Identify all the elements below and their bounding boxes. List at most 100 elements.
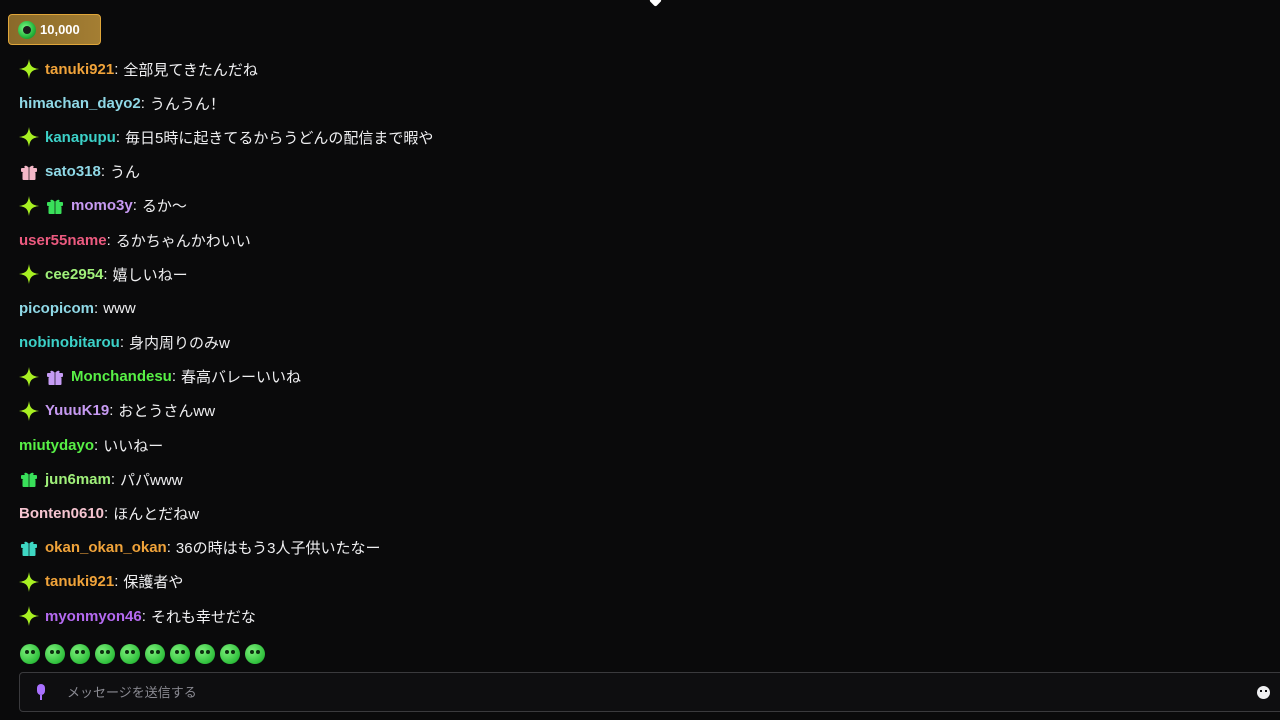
emote-1-icon[interactable] bbox=[20, 644, 40, 664]
username-separator: : bbox=[100, 163, 106, 181]
emote-7-icon[interactable] bbox=[170, 644, 190, 664]
channel-points-button[interactable]: 10,000 bbox=[8, 14, 101, 45]
verified-badge-icon[interactable] bbox=[19, 195, 39, 216]
chat-username[interactable]: momo3y bbox=[71, 197, 133, 214]
gift-badge-icon[interactable] bbox=[45, 196, 65, 216]
username-separator: : bbox=[166, 539, 171, 557]
chat-message-text: うんうん！ bbox=[149, 95, 225, 113]
chat-message: Bonten0610: ほんとだねw bbox=[19, 496, 1259, 530]
username-separator: : bbox=[141, 607, 146, 625]
chat-message: tanuki921: 全部見てきたんだね bbox=[19, 52, 1259, 86]
chat-username[interactable]: kanapupu bbox=[45, 129, 116, 146]
emote-2-icon[interactable] bbox=[45, 644, 65, 664]
chat-message: nobinobitarou: 身内周りのみw bbox=[19, 326, 1259, 360]
top-indicator-icon bbox=[649, 0, 662, 7]
channel-points-value: 10,000 bbox=[40, 22, 80, 37]
username-separator: : bbox=[104, 505, 109, 523]
gift-badge-icon[interactable] bbox=[45, 367, 65, 387]
mic-icon[interactable] bbox=[36, 684, 46, 700]
username-separator: : bbox=[115, 128, 121, 146]
username-separator: : bbox=[106, 231, 111, 249]
emote-10-icon[interactable] bbox=[245, 644, 265, 664]
chat-username[interactable]: cee2954 bbox=[45, 266, 103, 283]
chat-message: kanapupu: 毎日5時に起きてるからうどんの配信まで暇や bbox=[19, 120, 1259, 154]
verified-badge-icon[interactable] bbox=[19, 606, 39, 627]
emote-5-icon[interactable] bbox=[120, 644, 140, 664]
verified-badge-icon[interactable] bbox=[19, 366, 39, 387]
chat-message-text: うん bbox=[110, 164, 141, 182]
chat-message: okan_okan_okan:36の時はもう3人子供いたなー bbox=[19, 531, 1259, 565]
chat-username[interactable]: tanuki921 bbox=[45, 573, 114, 590]
chat-message: himachan_dayo2: うんうん！ bbox=[19, 86, 1259, 120]
chat-message: YuuuK19: おとうさんww bbox=[19, 394, 1259, 428]
chat-message-text: 春高バレーいいね bbox=[181, 369, 302, 387]
chat-input-box[interactable] bbox=[19, 672, 1280, 712]
username-separator: : bbox=[94, 436, 99, 454]
chat-username[interactable]: sato318 bbox=[45, 163, 101, 180]
verified-badge-icon[interactable] bbox=[19, 59, 39, 80]
chat-message: Monchandesu: 春高バレーいいね bbox=[19, 360, 1259, 394]
username-separator: : bbox=[114, 573, 119, 591]
chat-input[interactable] bbox=[65, 683, 1219, 701]
emote-9-icon[interactable] bbox=[220, 644, 240, 664]
chat-message-text: るか〜 bbox=[141, 198, 187, 216]
verified-badge-icon[interactable] bbox=[19, 264, 39, 285]
chat-username[interactable]: okan_okan_okan bbox=[45, 539, 167, 556]
username-separator: : bbox=[110, 470, 116, 488]
chat-username[interactable]: tanuki921 bbox=[45, 61, 114, 78]
chat-message-text: 毎日5時に起きてるからうどんの配信まで暇や bbox=[125, 129, 434, 147]
chat-messages: tanuki921: 全部見てきたんだね himachan_dayo2: うんうん！ k… bbox=[19, 52, 1259, 633]
chat-username[interactable]: nobinobitarou bbox=[19, 334, 120, 351]
chat-message-text: 嬉しいねー bbox=[112, 266, 188, 284]
chat-username[interactable]: picopicom bbox=[19, 300, 94, 317]
username-separator: : bbox=[94, 299, 99, 317]
chat-message-text: パパwww bbox=[120, 471, 183, 489]
verified-badge-icon[interactable] bbox=[19, 571, 39, 592]
chat-message: miutydayo: いいねー bbox=[19, 428, 1259, 462]
username-separator: : bbox=[140, 94, 145, 112]
emote-bar bbox=[20, 644, 265, 664]
chat-message-text: いいねー bbox=[103, 437, 164, 455]
chat-message-text: 36の時はもう3人子供いたなー bbox=[175, 540, 381, 558]
verified-badge-icon[interactable] bbox=[19, 400, 39, 421]
chat-message: momo3y: るか〜 bbox=[19, 189, 1259, 223]
chat-username[interactable]: Bonten0610 bbox=[19, 505, 104, 522]
chat-message-text: おとうさんww bbox=[118, 403, 216, 421]
emoji-picker-icon[interactable] bbox=[1257, 686, 1270, 699]
chat-message-text: www bbox=[103, 299, 136, 317]
username-separator: : bbox=[109, 402, 114, 420]
emote-4-icon[interactable] bbox=[95, 644, 115, 664]
chat-username[interactable]: YuuuK19 bbox=[45, 402, 109, 419]
gift-badge-icon[interactable] bbox=[19, 538, 39, 558]
gift-badge-icon[interactable] bbox=[19, 162, 39, 182]
chat-message: tanuki921: 保護者や bbox=[19, 565, 1259, 599]
chat-message-text: るかちゃんかわいい bbox=[115, 232, 251, 250]
emote-3-icon[interactable] bbox=[70, 644, 90, 664]
verified-badge-icon[interactable] bbox=[19, 127, 39, 148]
gift-badge-icon[interactable] bbox=[19, 469, 39, 489]
chat-message-text: 保護者や bbox=[123, 574, 184, 592]
chat-username[interactable]: myonmyon46 bbox=[45, 608, 142, 625]
emote-6-icon[interactable] bbox=[145, 644, 165, 664]
chat-message-text: それも幸せだな bbox=[150, 608, 256, 626]
chat-message-text: 全部見てきたんだね bbox=[123, 61, 258, 79]
channel-points-icon bbox=[18, 20, 36, 39]
username-separator: : bbox=[114, 60, 119, 78]
username-separator: : bbox=[119, 334, 124, 352]
username-separator: : bbox=[103, 265, 108, 283]
chat-message-text: 身内周りのみw bbox=[128, 335, 230, 353]
emote-8-icon[interactable] bbox=[195, 644, 215, 664]
chat-message: cee2954: 嬉しいねー bbox=[19, 257, 1259, 291]
chat-message: user55name: るかちゃんかわいい bbox=[19, 223, 1259, 257]
username-separator: : bbox=[171, 368, 177, 386]
chat-username[interactable]: himachan_dayo2 bbox=[19, 95, 141, 112]
chat-username[interactable]: miutydayo bbox=[19, 437, 94, 454]
chat-message: myonmyon46: それも幸せだな bbox=[19, 599, 1259, 633]
chat-username[interactable]: user55name bbox=[19, 232, 107, 249]
chat-message: jun6mam: パパwww bbox=[19, 462, 1259, 496]
chat-panel: 10,000 tanuki921: 全部見てきたんだね himachan_dayo2… bbox=[0, 0, 1280, 720]
chat-message: picopicom: www bbox=[19, 291, 1259, 325]
chat-username[interactable]: Monchandesu bbox=[71, 368, 172, 385]
chat-username[interactable]: jun6mam bbox=[45, 471, 111, 488]
username-separator: : bbox=[132, 197, 137, 215]
